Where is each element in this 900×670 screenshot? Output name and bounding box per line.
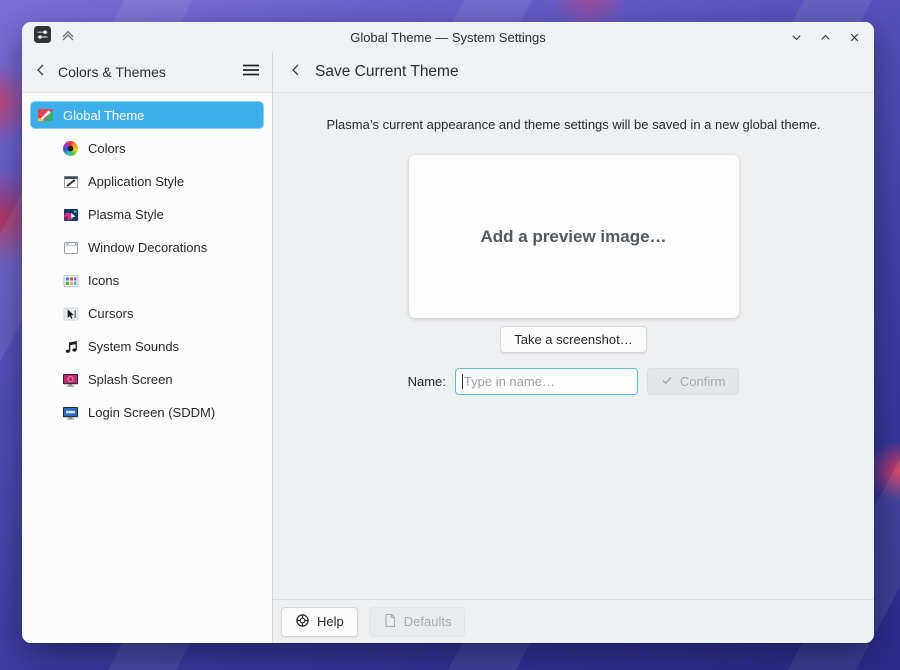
window-title: Global Theme — System Settings [350, 29, 546, 45]
confirm-button-label: Confirm [679, 374, 726, 389]
defaults-button-label: Defaults [403, 614, 452, 629]
confirm-button[interactable]: Confirm [646, 368, 740, 395]
icons-icon [62, 272, 79, 289]
app-icon [34, 26, 51, 48]
help-button[interactable]: Help [281, 606, 358, 637]
preview-placeholder-text: Add a preview image… [480, 226, 667, 246]
sidebar-item-application-style[interactable]: Application Style [22, 165, 272, 198]
sidebar-item-label: Window Decorations [88, 240, 208, 255]
sidebar-item-colors[interactable]: Colors [22, 132, 272, 165]
screenshot-button-label: Take a screenshot… [514, 332, 633, 347]
sidebar-item-global-theme[interactable]: Global Theme [30, 101, 264, 129]
sidebar-item-label: Cursors [88, 306, 134, 321]
main-pane: Save Current Theme Plasma’s current appe… [273, 52, 874, 643]
sidebar-item-icons[interactable]: Icons [22, 264, 272, 297]
maximize-icon[interactable] [817, 29, 833, 45]
footer-toolbar: Help Defaults [273, 599, 874, 643]
keep-above-icon[interactable] [60, 27, 76, 48]
login-screen-icon [62, 404, 79, 421]
name-label: Name: [407, 374, 446, 389]
titlebar[interactable]: Global Theme — System Settings [22, 22, 874, 52]
sidebar-item-system-sounds[interactable]: System Sounds [22, 330, 272, 363]
window-decorations-icon [62, 239, 79, 256]
content-area: Plasma’s current appearance and theme se… [273, 93, 874, 599]
sidebar-item-label: Icons [88, 273, 120, 288]
defaults-document-icon [383, 613, 397, 631]
back-icon[interactable] [34, 63, 48, 82]
sidebar-title: Colors & Themes [58, 64, 166, 80]
splash-screen-icon [62, 371, 79, 388]
sidebar-item-label: Splash Screen [88, 372, 173, 387]
global-theme-icon [37, 107, 54, 124]
description-text: Plasma’s current appearance and theme se… [326, 117, 821, 132]
colors-icon [62, 140, 79, 157]
sidebar-header: Colors & Themes [22, 52, 272, 93]
sidebar-item-window-decorations[interactable]: Window Decorations [22, 231, 272, 264]
defaults-button[interactable]: Defaults [368, 606, 466, 637]
page-title: Save Current Theme [315, 63, 459, 80]
sidebar-item-label: System Sounds [88, 339, 180, 354]
sidebar-item-label: Application Style [88, 174, 185, 189]
minimize-icon[interactable] [788, 29, 804, 45]
cursors-icon [62, 305, 79, 322]
system-settings-window: Global Theme — System Settings Colors & … [22, 22, 874, 643]
name-row: Name: Confirm [408, 368, 740, 395]
theme-name-input[interactable] [454, 368, 638, 395]
sidebar-item-cursors[interactable]: Cursors [22, 297, 272, 330]
back-icon[interactable] [289, 63, 303, 82]
sidebar-item-label: Global Theme [63, 107, 145, 123]
sidebar-item-label: Plasma Style [88, 207, 164, 222]
sidebar-item-label: Colors [88, 141, 126, 156]
plasma-style-icon [62, 206, 79, 223]
main-header: Save Current Theme [273, 52, 874, 93]
sidebar-item-splash-screen[interactable]: Splash Screen [22, 363, 272, 396]
system-sounds-icon [62, 338, 79, 355]
sidebar-item-label: Login Screen (SDDM) [88, 405, 216, 420]
sidebar-item-login-screen[interactable]: Login Screen (SDDM) [22, 396, 272, 429]
hamburger-menu-icon[interactable] [242, 63, 260, 82]
help-button-label: Help [317, 614, 344, 629]
help-icon [295, 613, 310, 631]
preview-image-dropzone[interactable]: Add a preview image… [408, 155, 739, 318]
application-style-icon [62, 173, 79, 190]
close-icon[interactable] [846, 29, 862, 45]
check-icon [661, 374, 673, 389]
text-caret [461, 374, 463, 389]
sidebar: Colors & Themes Global Theme Colors Appl… [22, 52, 273, 643]
sidebar-item-plasma-style[interactable]: Plasma Style [22, 198, 272, 231]
sidebar-list: Global Theme Colors Application Style Pl… [22, 93, 272, 643]
take-screenshot-button[interactable]: Take a screenshot… [500, 326, 647, 353]
